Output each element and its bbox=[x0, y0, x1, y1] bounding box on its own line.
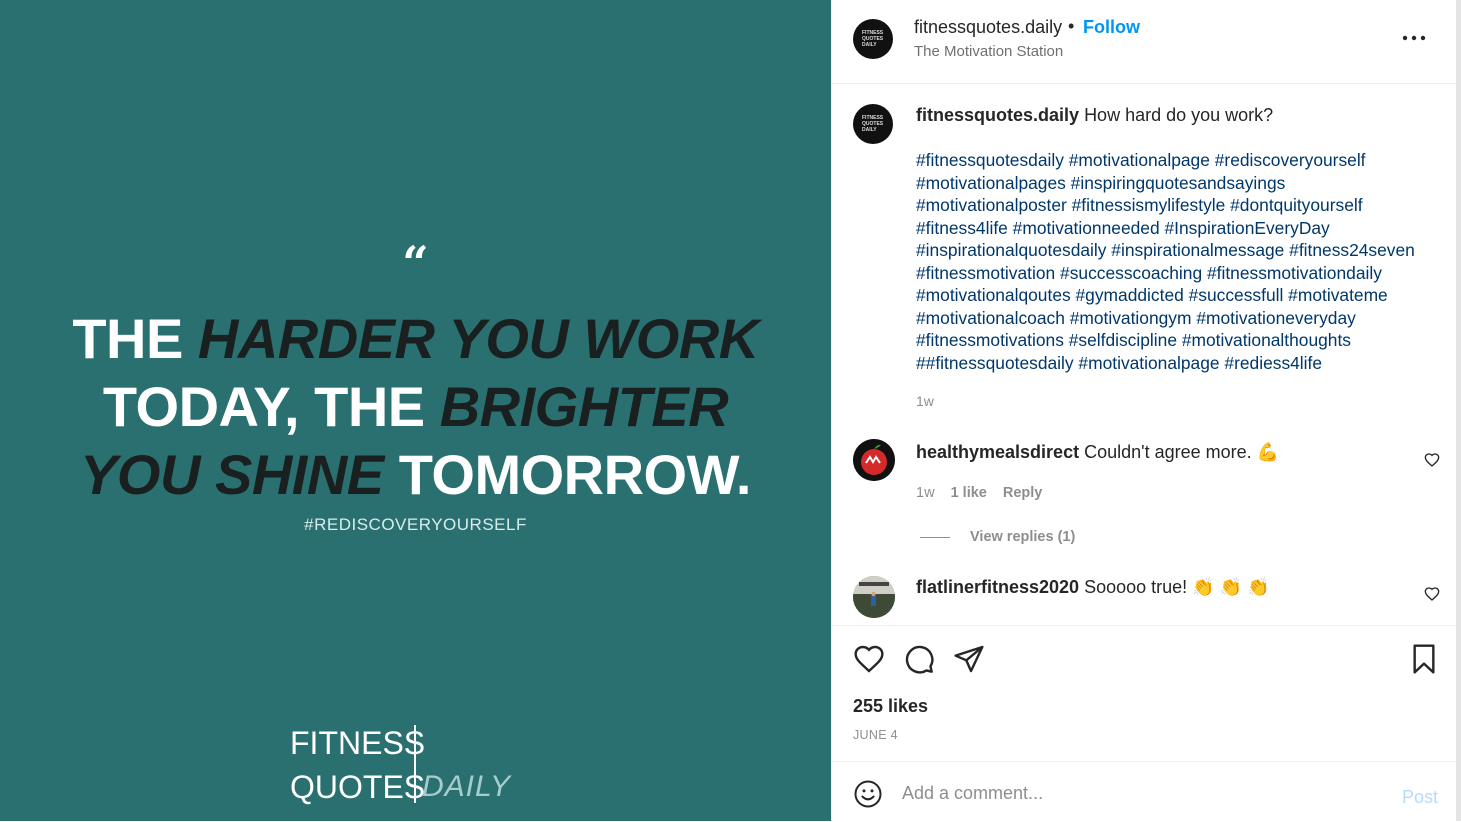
hashtag-line[interactable]: #motivationalqoutes #gymaddicted #succes… bbox=[916, 284, 1436, 307]
comment-1: healthymealsdirect Couldn't agree more. … bbox=[916, 442, 1279, 463]
post-image[interactable]: “ THE HARDER YOU WORK TODAY, THE BRIGHTER… bbox=[0, 0, 831, 821]
flatliner-photo-icon bbox=[853, 576, 895, 618]
comment-likes[interactable]: 1 like bbox=[951, 485, 987, 501]
comment-heart-icon[interactable] bbox=[1424, 586, 1440, 602]
more-horizontal-icon[interactable] bbox=[1400, 26, 1428, 50]
reply-button[interactable]: Reply bbox=[1003, 485, 1043, 501]
send-icon[interactable] bbox=[953, 643, 985, 675]
author-username[interactable]: fitnessquotes.daily bbox=[914, 17, 1062, 38]
commenter-avatar[interactable] bbox=[853, 576, 895, 618]
commenter-avatar[interactable] bbox=[853, 439, 895, 481]
separator-dot: • bbox=[1068, 16, 1075, 36]
healthymeals-logo-icon bbox=[853, 439, 895, 481]
comment-text: Couldn't agree more. 💪 bbox=[1084, 442, 1280, 462]
avatar[interactable]: FITNESS QUOTES DAILY bbox=[853, 19, 893, 59]
hashtag-line[interactable]: #inspirationalquotesdaily #inspirational… bbox=[916, 239, 1436, 262]
quote-line: THE HARDER YOU WORK bbox=[0, 305, 831, 373]
quote-segment: THE bbox=[72, 307, 198, 370]
likes-count[interactable]: 255 likes bbox=[853, 696, 928, 717]
instagram-post-view: “ THE HARDER YOU WORK TODAY, THE BRIGHTER… bbox=[0, 0, 1461, 821]
brand-word-daily: DAILY bbox=[422, 770, 511, 803]
hashtag-line[interactable]: #motivationalpages #inspiringquotesandsa… bbox=[916, 172, 1436, 195]
hashtag-line[interactable]: #fitnessmotivations #selfdiscipline #mot… bbox=[916, 329, 1436, 352]
caption-username[interactable]: fitnessquotes.daily bbox=[916, 105, 1079, 125]
comment-username[interactable]: flatlinerfitness2020 bbox=[916, 577, 1079, 597]
post-actions: 255 likes JUNE 4 bbox=[832, 625, 1457, 762]
quote-segment: YOU SHINE bbox=[80, 443, 399, 506]
post-header: FITNESS QUOTES DAILY fitnessquotes.daily… bbox=[832, 0, 1457, 84]
hashtag-line[interactable]: ##fitnessquotesdaily #motivationalpage #… bbox=[916, 352, 1436, 375]
add-comment-bar: Post bbox=[832, 761, 1457, 822]
hashtag-line[interactable]: #motivationalcoach #motivationgym #motiv… bbox=[916, 307, 1436, 330]
window-edge bbox=[1456, 0, 1461, 821]
brand-word-quotes: QUOTES bbox=[290, 769, 426, 805]
brand-logo: FITNESS QUOTES DAILY bbox=[290, 723, 520, 805]
view-replies-label: View replies (1) bbox=[970, 529, 1076, 545]
brand-word-fitness: FITNESS bbox=[290, 725, 426, 761]
caption-hashtags: #fitnessquotesdaily #motivationalpage #r… bbox=[916, 149, 1436, 374]
comment-input[interactable] bbox=[902, 780, 1372, 806]
avatar[interactable]: FITNESS QUOTES DAILY bbox=[853, 104, 893, 144]
caption-time[interactable]: 1w bbox=[916, 393, 934, 409]
caption-text: How hard do you work? bbox=[1084, 105, 1274, 125]
quote-mark: “ bbox=[402, 236, 429, 290]
author-subtitle[interactable]: The Motivation Station bbox=[914, 43, 1063, 60]
quote-segment: HARDER YOU WORK bbox=[197, 307, 759, 370]
comment-text: Sooooo true! 👏 👏 👏 bbox=[1084, 577, 1270, 597]
quote-segment: BRIGHTER bbox=[439, 375, 729, 438]
hashtag-line[interactable]: #motivationalposter #fitnessismylifestyl… bbox=[916, 194, 1436, 217]
comment-heart-icon[interactable] bbox=[1424, 452, 1440, 468]
heart-icon[interactable] bbox=[853, 643, 885, 675]
quote-segment: TOMORROW. bbox=[398, 443, 752, 506]
hashtag-line[interactable]: #fitnessquotesdaily #motivationalpage #r… bbox=[916, 149, 1436, 172]
quote-segment: TODAY, THE bbox=[102, 375, 440, 438]
emoji-icon[interactable] bbox=[853, 779, 883, 809]
quote-line: YOU SHINE TOMORROW. bbox=[0, 441, 831, 509]
hashtag-line[interactable]: #fitnessmotivation #successcoaching #fit… bbox=[916, 262, 1436, 285]
comment-icon[interactable] bbox=[903, 643, 935, 675]
avatar-text: FITNESS QUOTES DAILY bbox=[862, 115, 884, 133]
follow-button[interactable]: Follow bbox=[1083, 17, 1140, 38]
image-hashtag: #REDISCOVERYOURSELF bbox=[304, 515, 527, 534]
comment-meta: 1w 1 like Reply bbox=[916, 485, 1054, 501]
comment-2: flatlinerfitness2020 Sooooo true! 👏 👏 👏 bbox=[916, 577, 1269, 598]
comment-username[interactable]: healthymealsdirect bbox=[916, 442, 1079, 462]
post-button[interactable]: Post bbox=[1402, 787, 1438, 808]
quote-line: TODAY, THE BRIGHTER bbox=[0, 373, 831, 441]
caption: fitnessquotes.daily How hard do you work… bbox=[916, 105, 1436, 126]
post-date[interactable]: JUNE 4 bbox=[853, 728, 898, 742]
bookmark-icon[interactable] bbox=[1408, 643, 1440, 675]
hashtag-line[interactable]: #fitness4life #motivationneeded #Inspira… bbox=[916, 217, 1436, 240]
avatar-text: FITNESS QUOTES DAILY bbox=[862, 30, 884, 48]
view-replies-button[interactable]: View replies (1) bbox=[920, 529, 1075, 545]
quote-text: THE HARDER YOU WORK TODAY, THE BRIGHTER YO… bbox=[0, 305, 831, 509]
post-details-panel: FITNESS QUOTES DAILY fitnessquotes.daily… bbox=[831, 0, 1457, 821]
comment-time[interactable]: 1w bbox=[916, 485, 935, 501]
replies-dash bbox=[920, 536, 950, 538]
